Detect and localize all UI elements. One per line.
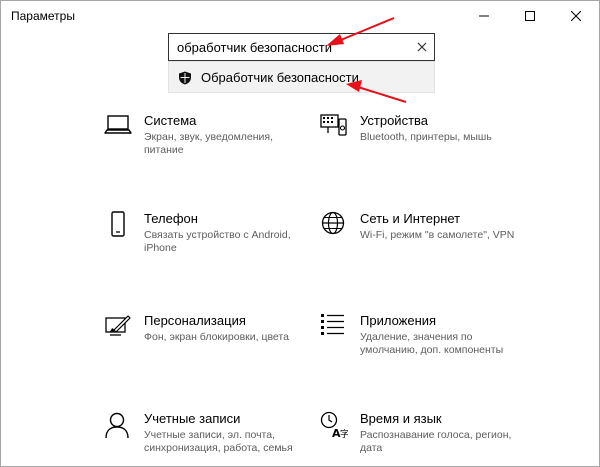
tile-description: Удаление, значения по умолчанию, доп. ко…: [360, 331, 504, 356]
tile-description: Фон, экран блокировки, цвета: [144, 331, 289, 343]
tile-title: Система: [144, 113, 197, 128]
search-box[interactable]: [168, 33, 435, 61]
laptop-icon: [104, 115, 132, 134]
tile-personalization[interactable]: Персонализация Фон, экран блокировки, цв…: [104, 313, 294, 383]
search-input[interactable]: [177, 38, 407, 56]
globe-icon: [321, 211, 345, 235]
suggestion-label: Обработчик безопасности: [201, 70, 359, 85]
devices-icon: [320, 114, 347, 136]
settings-window: Параметры Обработчик безопасности Систем…: [0, 0, 600, 467]
tile-title: Сеть и Интернет: [360, 211, 461, 226]
tile-title: Персонализация: [144, 313, 246, 328]
person-icon: [105, 412, 129, 439]
tile-network[interactable]: Сеть и Интернет Wi-Fi, режим "в самолете…: [320, 211, 514, 281]
maximize-icon: [525, 11, 535, 21]
tile-description: Bluetooth, принтеры, мышь: [360, 131, 492, 143]
tile-title: Приложения: [360, 313, 437, 328]
tile-description: Учетные записи, эл. почта, синхронизация…: [144, 429, 293, 454]
minimize-icon: [479, 15, 489, 17]
tile-time-language[interactable]: A 字 Время и язык Распознавание голоса, р…: [320, 411, 511, 466]
tile-accounts[interactable]: Учетные записи Учетные записи, эл. почта…: [104, 411, 294, 466]
tile-title: Время и язык: [360, 411, 442, 426]
personalization-icon: [105, 315, 131, 336]
tile-description: Связать устройство с Android, iPhone: [144, 229, 291, 254]
apps-icon: [321, 314, 344, 335]
tile-description: Экран, звук, уведомления, питание: [144, 131, 274, 156]
window-title: Параметры: [11, 9, 75, 23]
search-suggestion[interactable]: Обработчик безопасности: [168, 61, 435, 93]
tile-title: Телефон: [144, 211, 198, 226]
clear-search-icon[interactable]: [416, 41, 428, 53]
time-language-icon: A 字: [320, 411, 348, 439]
title-bar: Параметры: [1, 1, 599, 31]
tile-system[interactable]: Система Экран, звук, уведомления, питани…: [104, 113, 294, 183]
shield-icon: [179, 71, 191, 85]
svg-text:字: 字: [340, 428, 348, 439]
tile-description: Wi-Fi, режим "в самолете", VPN: [360, 229, 515, 241]
close-button[interactable]: [553, 1, 599, 31]
phone-icon: [111, 211, 125, 237]
close-icon: [571, 11, 581, 21]
tile-phone[interactable]: Телефон Связать устройство с Android, iP…: [104, 211, 294, 281]
minimize-button[interactable]: [461, 1, 507, 31]
tile-apps[interactable]: Приложения Удаление, значения по умолчан…: [320, 313, 510, 383]
tile-title: Устройства: [360, 113, 429, 128]
tile-title: Учетные записи: [144, 411, 241, 426]
tile-devices[interactable]: Устройства Bluetooth, принтеры, мышь: [320, 113, 510, 183]
maximize-button[interactable]: [507, 1, 553, 31]
tile-description: Распознавание голоса, регион, дата: [360, 429, 512, 454]
